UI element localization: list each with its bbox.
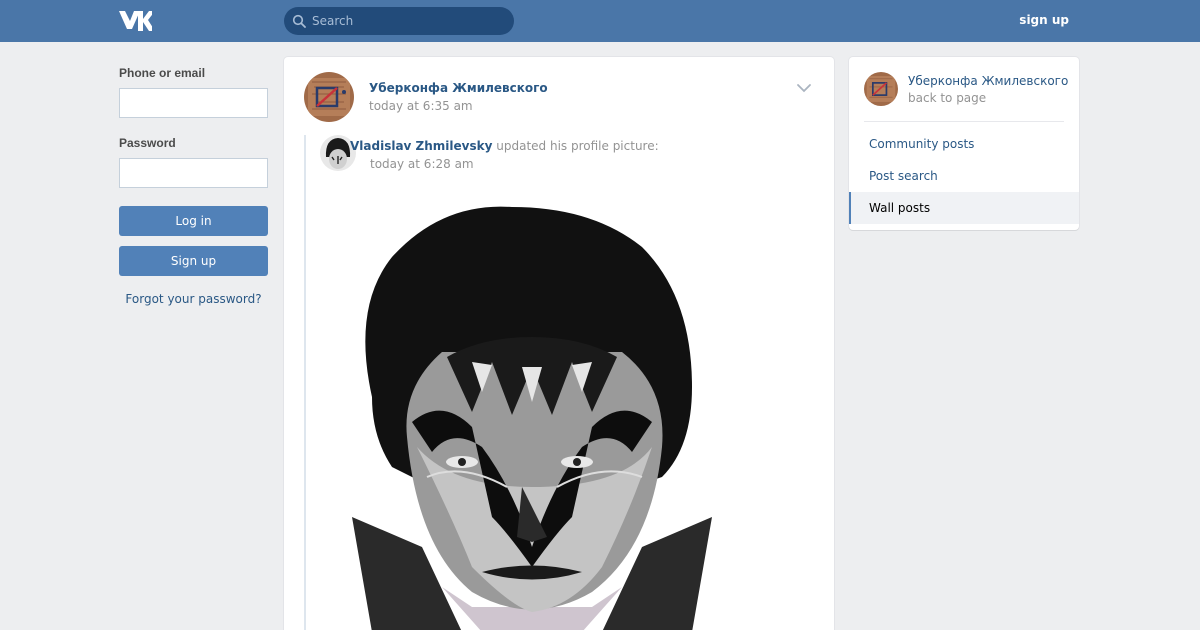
community-avatar[interactable] [304, 72, 354, 122]
profile-picture-image[interactable] [332, 187, 732, 630]
signup-button[interactable]: Sign up [119, 246, 268, 276]
community-sidebar: Уберконфа Жмилевского back to page Commu… [849, 57, 1079, 230]
vk-logo-icon[interactable] [118, 9, 152, 31]
repost-action-text: updated his profile picture: [492, 139, 659, 153]
password-label: Password [119, 136, 176, 150]
sidebar-community-avatar[interactable] [864, 72, 898, 106]
repost-author-link[interactable]: Vladislav Zhmilevsky [350, 139, 492, 153]
phone-input[interactable] [119, 88, 268, 118]
repost-time[interactable]: today at 6:28 am [370, 157, 474, 171]
search-box[interactable] [284, 7, 514, 35]
repost-header: Vladislav Zhmilevsky updated his profile… [350, 139, 659, 153]
back-to-page-link[interactable]: back to page [908, 91, 986, 105]
search-icon [292, 14, 306, 28]
header-signup-link[interactable]: sign up [1019, 13, 1069, 27]
password-input[interactable] [119, 158, 268, 188]
sidebar-item-community-posts[interactable]: Community posts [849, 128, 1079, 160]
divider [864, 121, 1064, 122]
chevron-down-icon[interactable] [796, 83, 812, 93]
sidebar-item-post-search[interactable]: Post search [849, 160, 1079, 192]
sidebar-item-wall-posts[interactable]: Wall posts [849, 192, 1079, 224]
post-author-link[interactable]: Уберконфа Жмилевского [369, 81, 548, 95]
login-button[interactable]: Log in [119, 206, 268, 236]
phone-label: Phone or email [119, 66, 206, 80]
login-form: Phone or email Password Log in Sign up F… [119, 66, 268, 306]
forgot-password-link[interactable]: Forgot your password? [119, 292, 268, 306]
post-time[interactable]: today at 6:35 am [369, 99, 473, 113]
top-header: sign up [0, 0, 1200, 42]
sidebar-community-name[interactable]: Уберконфа Жмилевского [908, 74, 1068, 88]
search-input[interactable] [312, 7, 508, 35]
wall-post: Уберконфа Жмилевского today at 6:35 am V… [284, 57, 834, 630]
